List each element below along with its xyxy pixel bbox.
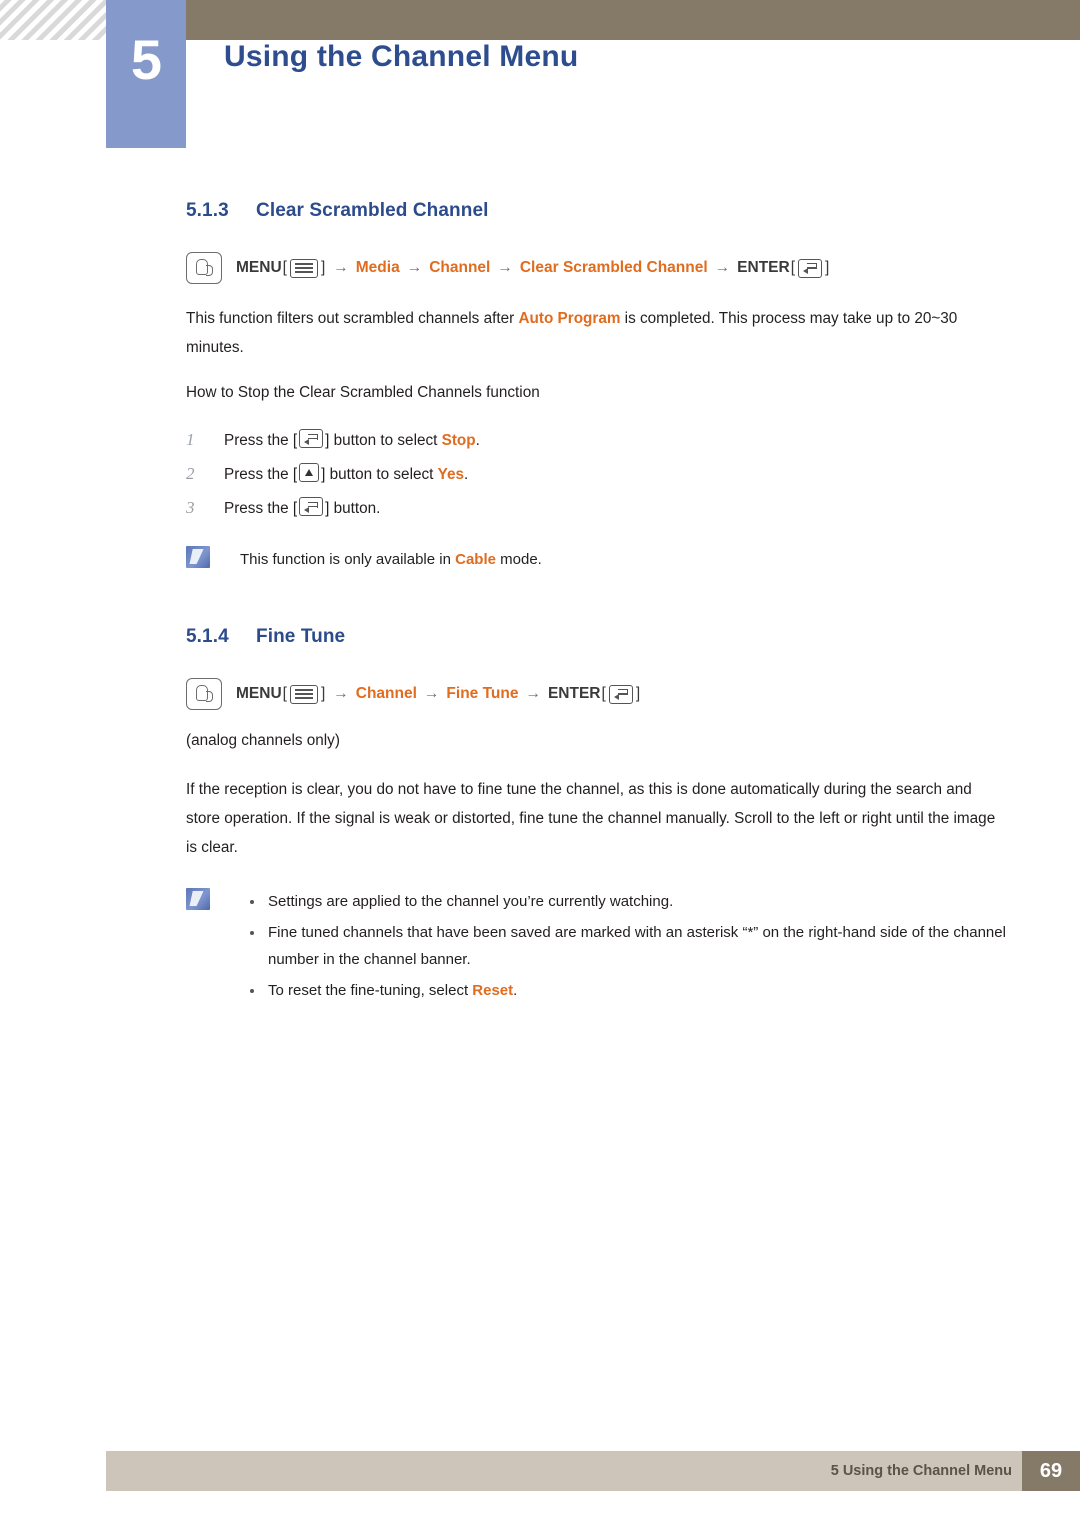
step-text-1b: ] button to select: [325, 432, 442, 449]
step-text-3b: ] button.: [325, 500, 381, 517]
note-bullet-list: Settings are applied to the channel you’…: [240, 888, 1006, 1004]
path-arrow-6: →: [423, 685, 440, 702]
footer-chapter-label: 5 Using the Channel Menu: [830, 1463, 1012, 1479]
step-text-1c: .: [475, 432, 480, 449]
path-arrow-7: →: [525, 685, 541, 702]
step-text-2b: ] button to select: [321, 466, 438, 483]
footer-page-number: 69: [1022, 1451, 1080, 1491]
steps-list-513: 1 Press the [ ] button to select Stop. 2 …: [186, 429, 1006, 520]
note-pencil-icon: [186, 546, 210, 568]
chapter-title: Using the Channel Menu: [224, 40, 579, 73]
step-highlight-2: Yes: [437, 466, 464, 483]
note-513-part-a: This function is only available in: [240, 551, 456, 568]
step-text-3: Press the [ ] button.: [224, 497, 380, 520]
menu-glyph-icon: [289, 258, 318, 278]
menu-item-clear-scrambled-channel: Clear Scrambled Channel: [519, 259, 708, 276]
chapter-number: 5: [130, 28, 162, 91]
note-513-part-b: mode.: [495, 551, 542, 568]
step-text-2c: .: [464, 466, 469, 483]
enter-glyph-icon: [299, 497, 324, 516]
menu-path-513: MENU [ ] → Media → Channel → Clear Scram…: [186, 252, 1006, 284]
enter-label-514: ENTER: [547, 685, 601, 702]
note-text-513: This function is only available in Cable…: [240, 546, 1006, 574]
section-number-513: 5.1.3: [186, 200, 229, 221]
menu-label-513: MENU: [236, 259, 282, 276]
section-number-514: 5.1.4: [186, 626, 229, 647]
enter-label-513: ENTER: [737, 259, 790, 276]
enter-glyph-icon: [608, 684, 633, 704]
bracket-close-514b: ]: [635, 685, 641, 702]
remote-hand-icon: [186, 678, 222, 710]
menu-glyph-icon: [289, 684, 318, 704]
step-number-3: 3: [186, 498, 195, 517]
page-content: 5.1.3 Clear Scrambled Channel MENU [ ] → …: [186, 200, 1006, 1008]
note-block-513: This function is only available in Cable…: [186, 546, 1006, 574]
section-title-514: Fine Tune: [256, 626, 346, 647]
paragraph-514-1: If the reception is clear, you do not ha…: [186, 781, 996, 856]
note-text-514: Settings are applied to the channel you’…: [240, 888, 1006, 1008]
menu-item-fine-tune: Fine Tune: [446, 685, 519, 702]
menu-label-514: MENU: [236, 685, 282, 702]
paragraph-513-2: How to Stop the Clear Scrambled Channels…: [186, 384, 540, 401]
remote-hand-icon: [186, 252, 222, 284]
note-block-514: Settings are applied to the channel you’…: [186, 888, 1006, 1008]
menu-path-514: MENU [ ] → Channel → Fine Tune → ENTER […: [186, 678, 1006, 710]
section-heading-513: 5.1.3 Clear Scrambled Channel: [186, 200, 1006, 222]
step-text-2a: Press the [: [224, 466, 298, 483]
paragraph-513-1-part-a: This function filters out scrambled chan…: [186, 310, 519, 327]
note-514-3b: .: [513, 982, 518, 999]
step-text-1a: Press the [: [224, 432, 298, 449]
enter-glyph-icon: [798, 258, 823, 278]
path-arrow-3: →: [497, 259, 513, 276]
menu-item-media: Media: [355, 259, 400, 276]
bracket-open-514b: [: [601, 685, 606, 702]
step-text-1: Press the [ ] button to select Stop.: [224, 429, 480, 452]
note-bullet-item-1: Settings are applied to the channel you’…: [240, 888, 1006, 915]
note-514-1a: Settings are applied to the channel you’…: [268, 893, 674, 910]
page-footer: 5 Using the Channel Menu 69: [106, 1451, 1080, 1491]
menu-item-channel: Channel: [429, 259, 491, 276]
step-number-2: 2: [186, 464, 195, 483]
step-text-2: Press the [ ] button to select Yes.: [224, 463, 468, 486]
note-bullet-item-3: To reset the fine-tuning, select Reset.: [240, 977, 1006, 1004]
paragraph-513-1-highlight: Auto Program: [518, 310, 621, 327]
step-item-3: 3 Press the [ ] button.: [186, 497, 1006, 520]
note-pencil-icon: [186, 888, 210, 910]
bracket-open-513b: [: [790, 259, 796, 276]
note-513-highlight: Cable: [455, 551, 496, 568]
bracket-close-513b: ]: [825, 259, 830, 276]
page-header: 5 Using the Channel Menu: [0, 0, 1080, 148]
step-number-1: 1: [186, 430, 195, 449]
header-bar: [106, 0, 1080, 40]
step-highlight-1: Stop: [441, 432, 476, 449]
subnote-514: (analog channels only): [186, 732, 340, 749]
note-514-2a: Fine tuned channels that have been saved…: [268, 924, 1006, 968]
section-heading-514: 5.1.4 Fine Tune: [186, 626, 1006, 648]
header-hatch-decoration: [0, 0, 106, 40]
section-title-513: Clear Scrambled Channel: [256, 200, 489, 221]
note-514-3-highlight: Reset: [472, 982, 514, 999]
step-item-2: 2 Press the [ ] button to select Yes.: [186, 463, 1006, 486]
bracket-open-514a: [: [282, 685, 287, 702]
path-arrow-1: →: [333, 259, 349, 276]
enter-glyph-icon: [299, 429, 324, 448]
path-arrow-2: →: [406, 259, 423, 276]
step-text-3a: Press the [: [224, 500, 298, 517]
path-arrow-4: →: [714, 259, 731, 276]
paragraph-513-1: This function filters out scrambled chan…: [186, 304, 1006, 362]
note-514-3a: To reset the fine-tuning, select: [268, 982, 473, 999]
up-arrow-glyph-icon: [299, 463, 320, 482]
step-item-1: 1 Press the [ ] button to select Stop.: [186, 429, 1006, 452]
note-bullet-item-2: Fine tuned channels that have been saved…: [240, 919, 1006, 973]
bracket-open-513a: [: [282, 259, 287, 276]
path-arrow-5: →: [333, 685, 349, 702]
menu-item-channel-2: Channel: [355, 685, 417, 702]
